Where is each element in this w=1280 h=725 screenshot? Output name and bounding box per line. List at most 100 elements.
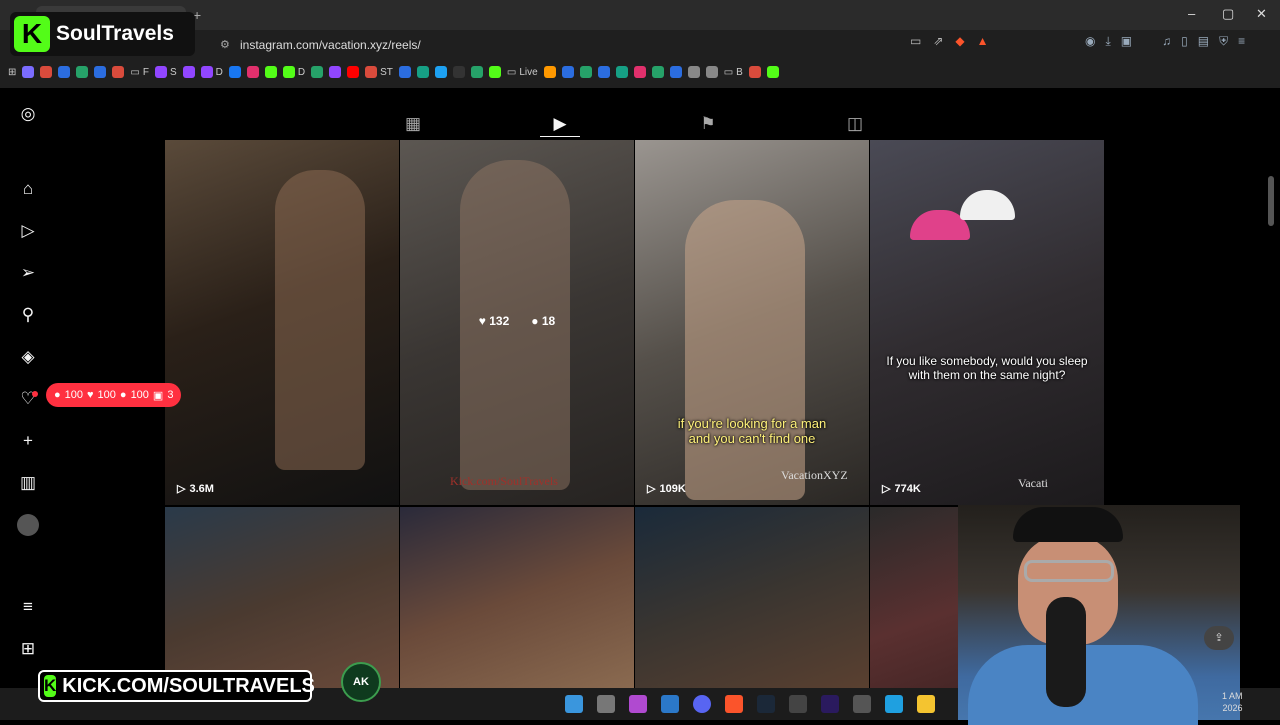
discord-icon[interactable] (693, 695, 711, 713)
bookmark[interactable] (416, 66, 429, 78)
bookmark[interactable] (264, 66, 277, 78)
reel-caption: If you like somebody, would you sleep wi… (886, 354, 1088, 382)
sidebar-icon[interactable]: ▤ (1198, 34, 1209, 54)
bookmark[interactable] (246, 66, 259, 78)
maximize-button[interactable]: ▢ (1222, 6, 1234, 22)
site-info-icon[interactable]: ⚙ (220, 38, 230, 51)
apps-icon[interactable]: ⊞ (8, 67, 16, 78)
reel-thumbnail[interactable]: ▷ 3.6M (165, 140, 399, 505)
bookmark[interactable] (22, 66, 35, 78)
bookmark[interactable] (561, 66, 574, 78)
reel-thumbnail[interactable] (635, 507, 869, 688)
bookmark[interactable] (488, 66, 501, 78)
insights-icon[interactable]: ▥ (17, 472, 39, 494)
cast-icon[interactable]: ▭ (910, 34, 921, 54)
floating-action-button[interactable]: ⇪ (1204, 626, 1234, 650)
share-icon[interactable]: ⇗ (933, 34, 943, 54)
reel-thumbnail[interactable]: If you like somebody, would you sleep wi… (870, 140, 1104, 505)
reel-thumbnail[interactable]: if you're looking for a man and you can'… (635, 140, 869, 505)
bookmark-folder[interactable]: ▭ B (724, 67, 743, 78)
explore-icon[interactable]: ◈ (17, 346, 39, 368)
tagged-tab-icon[interactable]: ◫ (844, 114, 866, 134)
vpn-icon[interactable]: ⛨ (1219, 34, 1228, 54)
instagram-icon[interactable]: ◎ (17, 103, 39, 125)
url-field[interactable]: ⚙ instagram.com/vacation.xyz/reels/ (208, 34, 908, 56)
bookmark[interactable] (687, 66, 700, 78)
search-icon[interactable]: ⚲ (17, 304, 39, 326)
reel-thumbnail[interactable] (400, 507, 634, 688)
app-icon[interactable] (789, 695, 807, 713)
bookmark[interactable] (470, 66, 483, 78)
reel-caption: if you're looking for a man and you can'… (677, 416, 827, 446)
bookmark[interactable] (597, 66, 610, 78)
start-icon[interactable] (565, 695, 583, 713)
reels-tab-icon[interactable]: ▶ (549, 114, 571, 134)
bookmark[interactable] (58, 66, 71, 78)
bookmark[interactable]: ST (365, 66, 393, 78)
steam-icon[interactable] (757, 695, 775, 713)
download-icon[interactable]: ⤓ (1105, 34, 1110, 54)
bookmark[interactable] (579, 66, 592, 78)
play-icon: ▷ (647, 483, 656, 495)
bookmark[interactable]: S (154, 66, 177, 78)
bookmark[interactable] (76, 66, 89, 78)
bookmark[interactable] (347, 66, 360, 78)
edge-icon[interactable] (885, 695, 903, 713)
bookmark-folder[interactable]: ▭ F (130, 67, 149, 78)
posts-tab-icon[interactable]: ▦ (402, 114, 424, 134)
app-icon[interactable] (853, 695, 871, 713)
brave-icon[interactable] (725, 695, 743, 713)
page-scrollbar[interactable] (1268, 176, 1274, 226)
bookmark[interactable] (228, 66, 241, 78)
bookmark[interactable] (633, 66, 646, 78)
avatar[interactable] (17, 514, 39, 536)
reels-icon[interactable]: ▷ (17, 220, 39, 242)
taskview-icon[interactable] (597, 695, 615, 713)
bookmark[interactable] (182, 66, 195, 78)
bookmark[interactable] (705, 66, 718, 78)
reading-list-icon[interactable]: ▯ (1181, 34, 1188, 54)
bookmark[interactable] (651, 66, 664, 78)
menu-icon[interactable]: ≡ (1238, 34, 1245, 54)
saved-tab-icon[interactable]: ⚑ (697, 114, 719, 134)
bookmark[interactable] (615, 66, 628, 78)
bookmark[interactable] (434, 66, 447, 78)
reel-thumbnail[interactable] (165, 507, 399, 688)
home-icon[interactable]: ⌂ (17, 178, 39, 200)
bookmark[interactable] (329, 66, 342, 78)
direct-icon[interactable]: ➢ (17, 262, 39, 284)
bookmark[interactable] (40, 66, 53, 78)
bookmark[interactable] (766, 66, 779, 78)
app-icon[interactable] (661, 695, 679, 713)
bookmark[interactable] (748, 66, 761, 78)
like-count: 132 (489, 314, 510, 328)
create-icon[interactable]: + (17, 430, 39, 452)
bookmark[interactable]: D (282, 66, 305, 78)
system-clock[interactable]: 1 AM 2026 (1222, 690, 1243, 714)
bookmark[interactable] (543, 66, 556, 78)
bookmark[interactable] (398, 66, 411, 78)
apps-icon[interactable]: ⊞ (17, 638, 39, 660)
bookmark[interactable] (452, 66, 465, 78)
explorer-icon[interactable] (917, 695, 935, 713)
notification-popup[interactable]: ● 100 ♥ 100 ● 100 ▣ 3 (46, 383, 182, 407)
app-icon[interactable] (629, 695, 647, 713)
premiere-icon[interactable] (821, 695, 839, 713)
bookmark-label: S (169, 66, 177, 78)
bookmark[interactable]: D (200, 66, 223, 78)
bookmark[interactable] (669, 66, 682, 78)
bookmark[interactable] (311, 66, 324, 78)
active-tab-indicator (540, 136, 580, 137)
screenshot-icon[interactable]: ▣ (1121, 34, 1132, 54)
bookmark[interactable] (94, 66, 107, 78)
reel-thumbnail[interactable]: ♥ 132 ● 18 Kick.com/SoulTravels (400, 140, 634, 505)
bookmark[interactable] (112, 66, 125, 78)
media-icon[interactable]: ♫ (1162, 34, 1171, 54)
brave-rewards-icon[interactable]: ▲ (977, 34, 989, 54)
close-window-button[interactable]: ✕ (1256, 6, 1267, 22)
brave-shield-icon[interactable]: ◆ (955, 34, 964, 54)
menu-icon[interactable]: ≡ (17, 596, 39, 618)
bookmark-folder[interactable]: ▭ Live (507, 67, 538, 78)
extension-icon[interactable]: ◉ (1085, 34, 1095, 54)
minimize-button[interactable]: – (1188, 6, 1195, 21)
